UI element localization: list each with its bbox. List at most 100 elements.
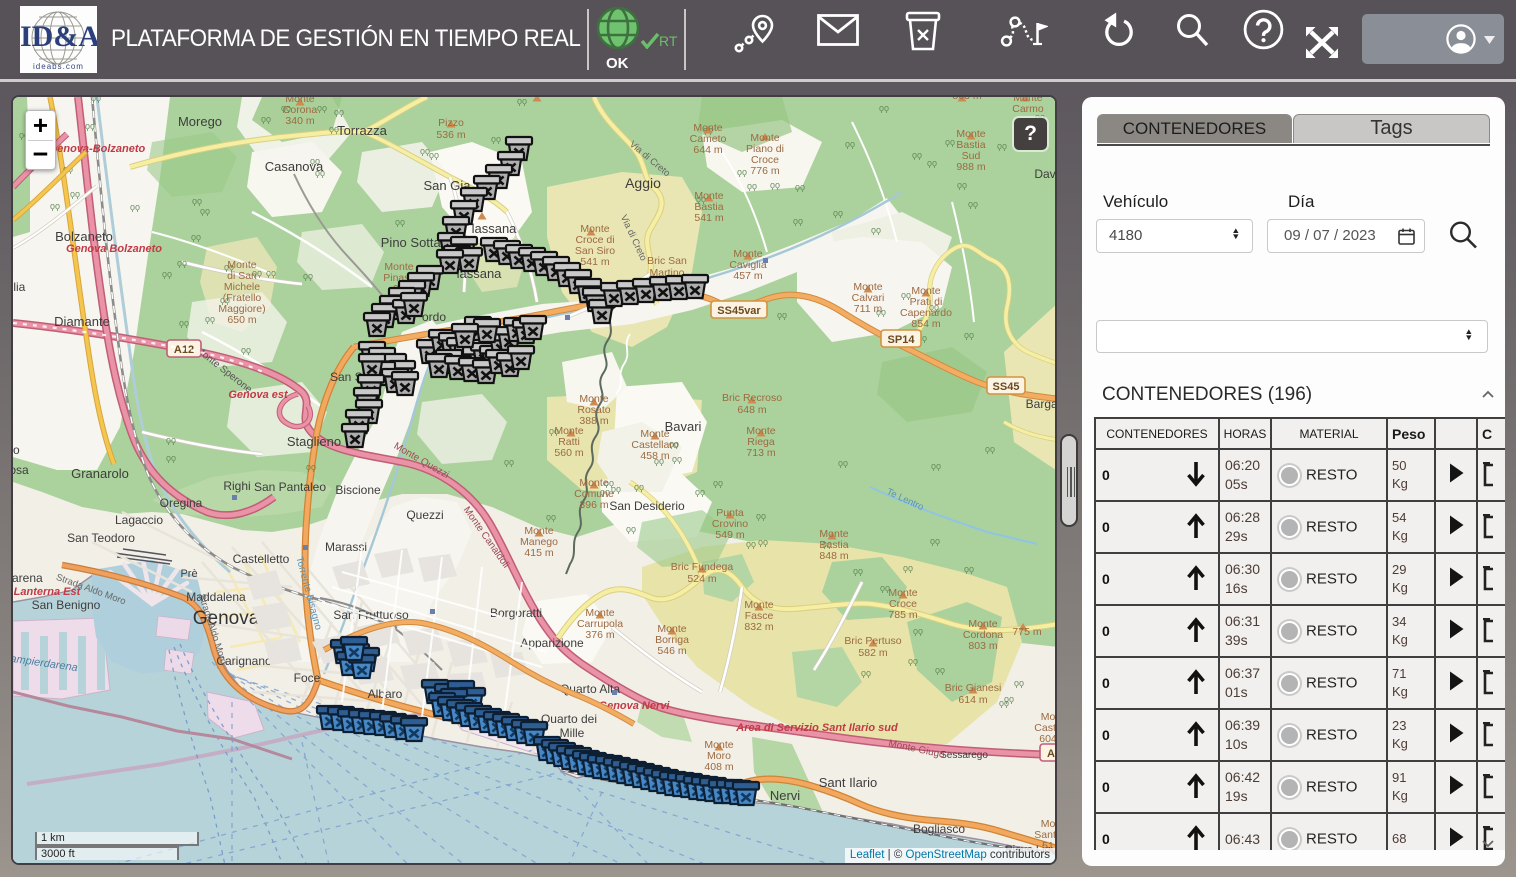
svg-text:SS45var: SS45var bbox=[717, 305, 761, 317]
svg-text:ϙϙ: ϙϙ bbox=[871, 225, 881, 235]
svg-text:ϙϙ: ϙϙ bbox=[957, 180, 967, 190]
svg-text:San Benigno: San Benigno bbox=[32, 598, 101, 612]
svg-text:ϙϙ: ϙϙ bbox=[334, 107, 344, 117]
svg-text:ϙϙ: ϙϙ bbox=[50, 201, 60, 211]
svg-text:San Teodoro: San Teodoro bbox=[67, 531, 135, 545]
svg-text:Biscione: Biscione bbox=[335, 483, 381, 497]
svg-text:Quezzi: Quezzi bbox=[406, 508, 443, 522]
svg-text:glia: glia bbox=[13, 280, 26, 294]
svg-text:Quarto dei: Quarto dei bbox=[541, 712, 597, 726]
svg-text:524 m: 524 m bbox=[687, 573, 716, 585]
svg-text:Carmo: Carmo bbox=[1012, 103, 1044, 115]
svg-text:457 m: 457 m bbox=[733, 270, 762, 282]
svg-text:Granarolo: Granarolo bbox=[71, 466, 129, 481]
svg-text:ϙϙ: ϙϙ bbox=[177, 258, 187, 268]
svg-text:ϙϙ: ϙϙ bbox=[758, 537, 768, 547]
svg-text:988 m: 988 m bbox=[956, 161, 985, 173]
svg-text:Area di Servizio Sant Ilario s: Area di Servizio Sant Ilario sud bbox=[735, 722, 898, 734]
svg-text:ϙϙ: ϙϙ bbox=[626, 524, 636, 534]
svg-text:lassana: lassana bbox=[472, 221, 518, 236]
svg-text:803 m: 803 m bbox=[968, 640, 997, 652]
svg-text:ϙϙ: ϙϙ bbox=[1014, 678, 1024, 688]
svg-text:Pizzo: Pizzo bbox=[438, 117, 464, 129]
svg-text:ϙϙ: ϙϙ bbox=[166, 453, 176, 463]
svg-text:ϙϙ: ϙϙ bbox=[945, 137, 955, 147]
svg-text:Bargag: Bargag bbox=[1026, 397, 1055, 411]
svg-text:ϙϙ: ϙϙ bbox=[879, 103, 889, 113]
svg-text:614 m: 614 m bbox=[958, 694, 987, 706]
svg-text:Bavari: Bavari bbox=[665, 419, 702, 434]
svg-text:osa: osa bbox=[13, 463, 29, 477]
svg-text:Aggio: Aggio bbox=[625, 175, 661, 191]
svg-text:ordo: ordo bbox=[422, 310, 446, 324]
svg-text:ϙϙ: ϙϙ bbox=[395, 217, 405, 227]
svg-text:Torrazza: Torrazza bbox=[337, 123, 388, 138]
svg-text:ϙϙ: ϙϙ bbox=[713, 478, 723, 488]
svg-text:Lagaccio: Lagaccio bbox=[115, 513, 163, 527]
svg-text:San Pantaleo: San Pantaleo bbox=[254, 480, 326, 494]
svg-text:388 m: 388 m bbox=[579, 415, 608, 427]
svg-text:536 m: 536 m bbox=[436, 129, 465, 141]
svg-text:560 m: 560 m bbox=[554, 447, 583, 459]
svg-text:ϙϙ: ϙϙ bbox=[504, 457, 514, 467]
svg-text:ϙϙ: ϙϙ bbox=[303, 271, 313, 281]
svg-text:549 m: 549 m bbox=[715, 529, 744, 541]
svg-text:546 m: 546 m bbox=[657, 645, 686, 657]
svg-text:ϙϙ: ϙϙ bbox=[777, 310, 787, 320]
svg-text:Casanova: Casanova bbox=[265, 159, 324, 174]
svg-text:Castelletto: Castelletto bbox=[233, 552, 290, 566]
svg-text:ϙϙ: ϙϙ bbox=[845, 139, 855, 149]
svg-text:648 m: 648 m bbox=[737, 404, 766, 416]
svg-text:Diamante: Diamante bbox=[54, 314, 110, 329]
svg-text:darena: darena bbox=[13, 571, 43, 585]
svg-text:ϙϙ: ϙϙ bbox=[200, 206, 210, 216]
svg-text:ϙϙ: ϙϙ bbox=[746, 539, 756, 549]
svg-text:ϙϙ: ϙϙ bbox=[756, 511, 766, 521]
svg-text:ϙϙ: ϙϙ bbox=[908, 656, 918, 666]
svg-text:775 m: 775 m bbox=[1012, 626, 1041, 638]
svg-text:ϙϙ: ϙϙ bbox=[634, 482, 644, 492]
svg-text:376 m: 376 m bbox=[585, 629, 614, 641]
svg-text:ϙϙ: ϙϙ bbox=[546, 512, 556, 522]
svg-text:ϙϙ: ϙϙ bbox=[317, 103, 327, 113]
svg-text:ϙϙ: ϙϙ bbox=[747, 181, 757, 191]
svg-text:ϙϙ: ϙϙ bbox=[793, 216, 803, 226]
svg-text:lo: lo bbox=[13, 443, 20, 457]
svg-text:ϙϙ: ϙϙ bbox=[999, 698, 1009, 708]
svg-text:Bolzaneto: Bolzaneto bbox=[55, 229, 113, 244]
svg-text:Bric Gianesi: Bric Gianesi bbox=[945, 682, 1002, 694]
svg-text:ϙϙ: ϙϙ bbox=[261, 114, 271, 124]
svg-text:Sessarego: Sessarego bbox=[940, 750, 988, 761]
svg-text:ϙϙ: ϙϙ bbox=[166, 435, 176, 445]
svg-text:Bric San: Bric San bbox=[647, 255, 687, 267]
svg-text:ϙϙ: ϙϙ bbox=[179, 318, 189, 328]
svg-text:Oregina: Oregina bbox=[160, 496, 203, 510]
svg-text:ϙϙ: ϙϙ bbox=[266, 268, 276, 278]
svg-text:ϙϙ: ϙϙ bbox=[192, 196, 202, 206]
svg-text:ϙϙ: ϙϙ bbox=[912, 150, 922, 160]
svg-text:Prè: Prè bbox=[180, 568, 197, 580]
svg-text:ϙϙ: ϙϙ bbox=[306, 462, 316, 472]
svg-text:Morego: Morego bbox=[178, 114, 222, 129]
svg-text:Dav: Dav bbox=[1034, 167, 1055, 181]
svg-text:ϙϙ: ϙϙ bbox=[927, 158, 937, 168]
svg-text:Bric Recroso: Bric Recroso bbox=[722, 392, 782, 404]
svg-text:ϙϙ: ϙϙ bbox=[770, 180, 780, 190]
svg-text:Righi: Righi bbox=[223, 479, 250, 493]
svg-text:776 m: 776 m bbox=[750, 165, 779, 177]
svg-text:Maddalena: Maddalena bbox=[186, 590, 246, 604]
svg-text:Genova Bolzaneto: Genova Bolzaneto bbox=[66, 243, 162, 255]
svg-text:ϙϙ: ϙϙ bbox=[903, 563, 913, 573]
svg-text:ϙϙ: ϙϙ bbox=[205, 314, 215, 324]
svg-text:ϙϙ: ϙϙ bbox=[913, 626, 923, 636]
svg-text:408 m: 408 m bbox=[704, 761, 733, 773]
svg-text:Staglieno: Staglieno bbox=[287, 434, 341, 449]
svg-text:713 m: 713 m bbox=[746, 447, 775, 459]
svg-text:582 m: 582 m bbox=[858, 647, 887, 659]
svg-text:ϙϙ: ϙϙ bbox=[70, 189, 80, 199]
svg-text:Mille: Mille bbox=[560, 726, 585, 740]
svg-text:541 m: 541 m bbox=[694, 212, 723, 224]
svg-text:Bogliasco: Bogliasco bbox=[913, 822, 965, 836]
svg-text:848 m: 848 m bbox=[819, 550, 848, 562]
svg-text:ϙϙ: ϙϙ bbox=[964, 564, 974, 574]
